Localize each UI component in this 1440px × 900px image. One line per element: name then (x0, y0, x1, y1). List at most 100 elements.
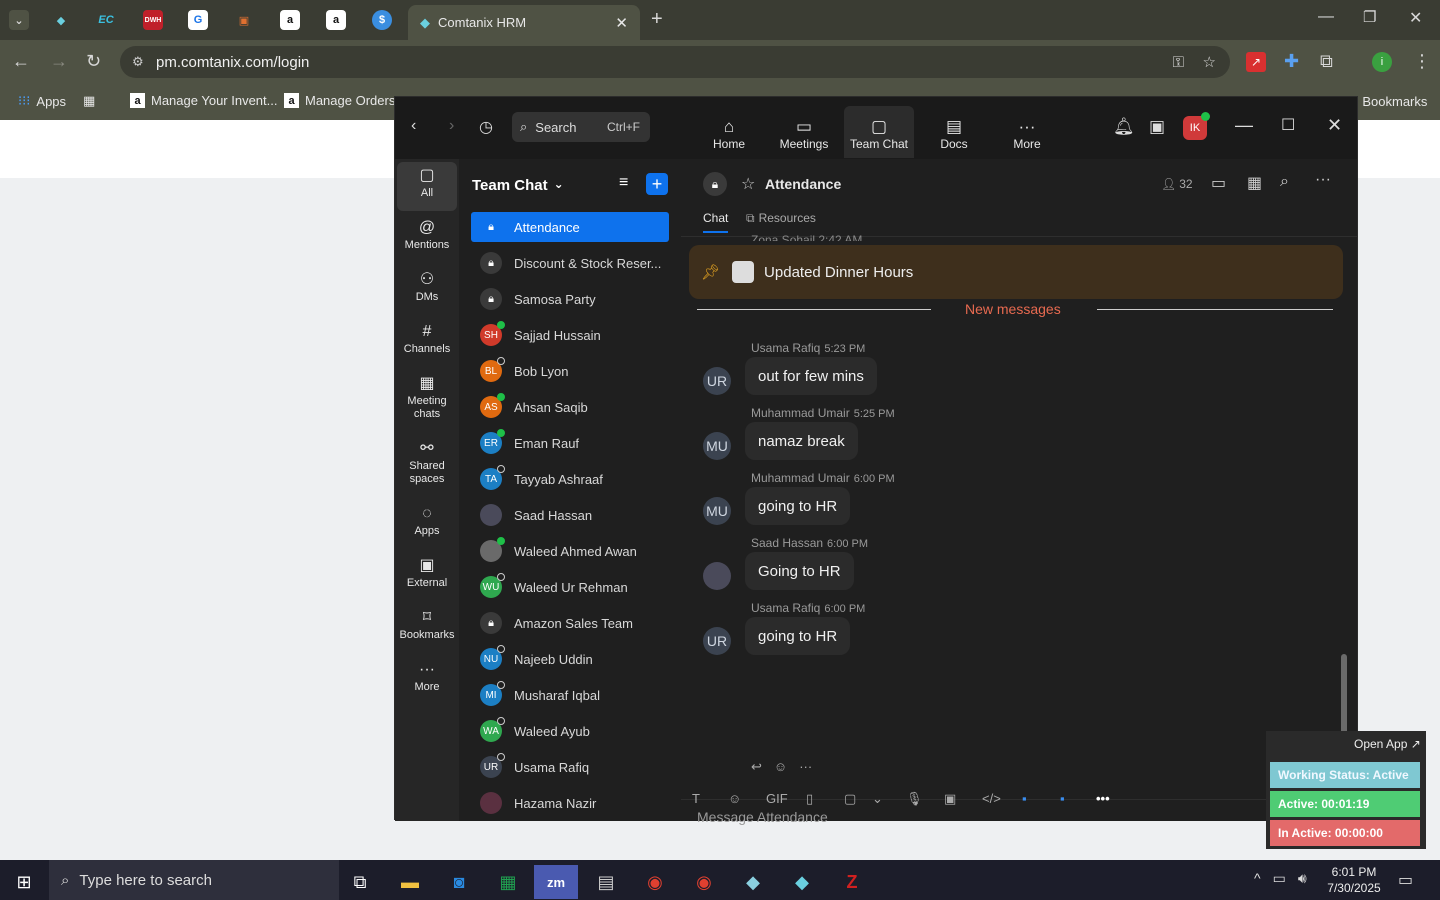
chat-list-item[interactable]: 🔒︎ Amazon Sales Team (471, 608, 669, 638)
chat-list-item[interactable]: Hazama Nazir (471, 788, 669, 818)
rail-item-channels[interactable]: # Channels (397, 321, 457, 356)
top-tab-home[interactable]: ⌂ Home (694, 117, 764, 151)
tab-chat[interactable]: Chat (703, 211, 729, 233)
restore-icon[interactable]: ❐ (1363, 8, 1376, 26)
open-app-link[interactable]: Open App ↗ (1354, 737, 1421, 751)
profile-avatar[interactable]: i (1372, 52, 1392, 72)
composer-more-icon[interactable]: ••• (1096, 791, 1110, 806)
zoom-close-icon[interactable]: ✕ (1327, 115, 1342, 136)
zoho-tab-icon[interactable]: ◆ (51, 10, 71, 30)
tray-chevron-icon[interactable]: ^ (1254, 870, 1261, 887)
chat-list-item[interactable]: Saad Hassan (471, 500, 669, 530)
extension-red-icon[interactable]: ↗ (1246, 52, 1266, 72)
message-more-icon[interactable]: ··· (799, 759, 812, 775)
outlook-icon[interactable]: ◙ (437, 865, 481, 899)
amazon-tab-icon-2[interactable]: a (326, 10, 346, 30)
emoji-icon[interactable]: ☺ (728, 791, 741, 806)
browser-menu-icon[interactable]: ⋮ (1413, 51, 1431, 72)
rail-item-meeting-chats[interactable]: ▦ Meeting chats (397, 373, 457, 421)
gif-icon[interactable]: GIF (766, 791, 788, 806)
omnibox[interactable]: ⚙ pm.comtanix.com/login ⚿ ☆ (120, 46, 1230, 78)
notification-bell-icon[interactable]: 🔔︎ (1113, 117, 1135, 137)
chat-list-item[interactable]: WU Waleed Ur Rehman (471, 572, 669, 602)
minimize-icon[interactable]: — (1318, 8, 1334, 26)
team-chat-dropdown[interactable]: Team Chat ⌄ (472, 177, 564, 194)
windows-start-icon[interactable]: ⊞ (2, 865, 46, 899)
close-window-icon[interactable]: ✕ (1409, 8, 1422, 28)
chat-list-item[interactable]: WA Waleed Ayub (471, 716, 669, 746)
rail-item-apps[interactable]: ◌ Apps (397, 503, 457, 538)
dwh-tab-icon[interactable]: DWH (143, 10, 163, 30)
comtanix-taskbar-icon[interactable]: ◆ (780, 865, 824, 899)
bookmark-manage-inventory[interactable]: a Manage Your Invent... (130, 93, 277, 108)
zoom-back-icon[interactable]: ‹ (411, 117, 416, 135)
chat-list-item[interactable]: SH Sajjad Hussain (471, 320, 669, 350)
notifications-icon[interactable]: ▭ (1398, 870, 1413, 890)
extension-blue-icon[interactable]: ✚ (1284, 51, 1299, 72)
reload-icon[interactable]: ↻ (86, 51, 101, 72)
task-view-icon[interactable]: ⧉ (338, 865, 382, 899)
bookmark-manage-orders[interactable]: a Manage Orders (284, 93, 395, 108)
box-tab-icon[interactable]: ▣ (234, 10, 254, 30)
close-tab-icon[interactable]: ✕ (615, 14, 628, 32)
ec-tab-icon[interactable]: EC (96, 10, 116, 30)
chat-list-item[interactable]: 🔒︎ Samosa Party (471, 284, 669, 314)
rail-item-external[interactable]: ▣ External (397, 555, 457, 590)
video-call-icon[interactable]: ▭ (1211, 173, 1226, 193)
pinned-message-banner[interactable]: 📌︎ Updated Dinner Hours (689, 245, 1343, 299)
bookmark-star-icon[interactable]: ☆ (1203, 53, 1216, 71)
app-icon[interactable]: ◆ (731, 865, 775, 899)
chat-list-item[interactable]: ER Eman Rauf (471, 428, 669, 458)
tab-comtanix-hrm[interactable]: ◆ Comtanix HRM ✕ (408, 5, 640, 40)
site-info-icon[interactable]: ⚙ (132, 54, 144, 70)
history-icon[interactable]: ◷ (479, 117, 493, 137)
chat-list-item[interactable]: MI Musharaf Iqbal (471, 680, 669, 710)
new-chat-plus-icon[interactable]: + (646, 173, 668, 195)
top-tab-meetings[interactable]: ▭ Meetings (769, 117, 839, 151)
filezilla-icon[interactable]: Z (830, 865, 874, 899)
excel-icon[interactable]: ▦ (486, 865, 530, 899)
forward-icon[interactable]: → (50, 51, 68, 72)
zoom-minimize-icon[interactable]: — (1235, 115, 1253, 136)
dollar-tab-icon[interactable]: $ (372, 10, 392, 30)
zoom-taskbar-icon[interactable]: zm (534, 865, 578, 899)
extensions-puzzle-icon[interactable]: ⧉ (1320, 51, 1333, 72)
app-icon-2[interactable]: ▪ (1060, 791, 1065, 806)
new-tab-icon[interactable]: + (651, 8, 663, 31)
rail-item-dms[interactable]: ⚇ DMs (397, 269, 457, 304)
network-icon[interactable]: ▭ (1273, 870, 1286, 887)
zoom-forward-icon[interactable]: › (449, 117, 454, 135)
rail-item-mentions[interactable]: @ Mentions (397, 217, 457, 252)
clock[interactable]: 6:01 PM 7/30/2025 (1322, 864, 1386, 896)
amazon-tab-icon[interactable]: a (280, 10, 300, 30)
g-tab-icon[interactable]: G (188, 10, 208, 30)
top-tab-docs[interactable]: ▤ Docs (919, 117, 989, 151)
format-text-icon[interactable]: T (692, 791, 700, 806)
top-tab-more[interactable]: ··· More (992, 117, 1062, 151)
screenshot-icon[interactable]: ▢ (844, 791, 856, 807)
video-message-icon[interactable]: ▣ (944, 791, 956, 807)
chat-list-item[interactable]: BL Bob Lyon (471, 356, 669, 386)
code-snippet-icon[interactable]: </> (982, 791, 1001, 806)
chat-list-item[interactable]: TA Tayyab Ashraaf (471, 464, 669, 494)
top-tab-team-chat[interactable]: ▢ Team Chat (844, 117, 914, 151)
gift-icon[interactable]: ▣ (1149, 117, 1165, 137)
reply-icon[interactable]: ↩ (751, 759, 762, 775)
rail-item-bookmarks[interactable]: ⌑ Bookmarks (397, 607, 457, 642)
taskbar-search-box[interactable]: ⌕ Type here to search (49, 860, 339, 900)
chrome-icon[interactable]: ◉ (633, 865, 677, 899)
calendar-icon[interactable]: ▦ (1247, 173, 1262, 193)
volume-icon[interactable]: 🔊︎ (1298, 870, 1307, 887)
rail-item-more[interactable]: ··· More (397, 659, 457, 694)
calculator-icon[interactable]: ▤ (584, 865, 628, 899)
chat-list-item[interactable]: NU Najeeb Uddin (471, 644, 669, 674)
file-explorer-icon[interactable]: ▬ (388, 865, 432, 899)
chat-list-item[interactable]: AS Ahsan Saqib (471, 392, 669, 422)
member-count[interactable]: 👤︎ 32 (1161, 177, 1193, 191)
rail-item-all[interactable]: ▢ All (397, 165, 457, 200)
file-icon[interactable]: ▯ (806, 791, 813, 807)
emoji-react-icon[interactable]: ☺ (774, 759, 787, 775)
app-icon[interactable]: ▪ (1022, 791, 1027, 806)
channel-more-icon[interactable]: ··· (1315, 171, 1331, 189)
channel-search-icon[interactable]: ⌕ (1280, 173, 1289, 191)
